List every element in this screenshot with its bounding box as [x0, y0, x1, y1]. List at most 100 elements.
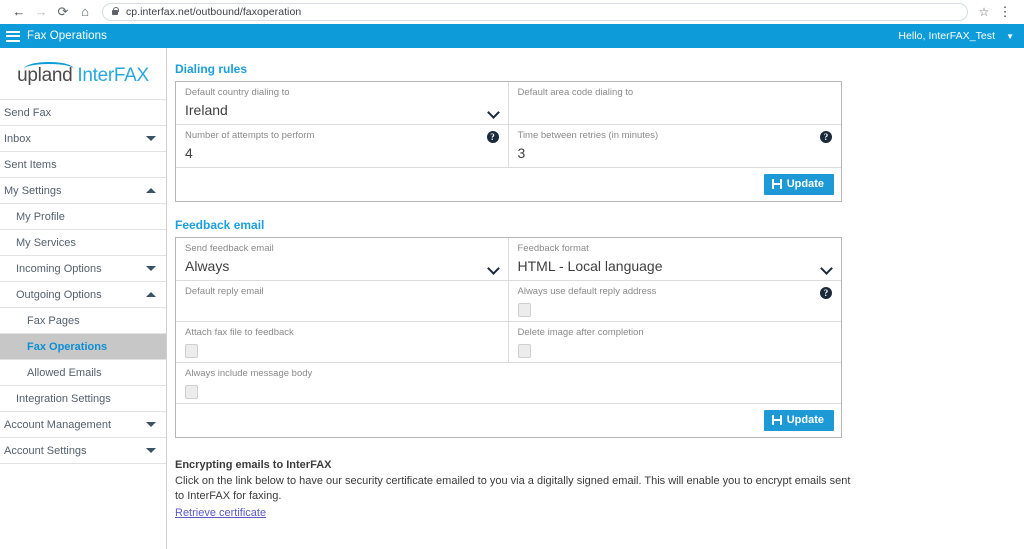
sidebar-item-label: Fax Pages	[27, 314, 80, 327]
sidebar-item-incoming-options[interactable]: Incoming Options	[0, 256, 166, 282]
attach-fax-file-field: Attach fax file to feedback	[176, 322, 509, 362]
kebab-glyph: ⋮	[998, 3, 1012, 19]
page-body: upland InterFAX Send Fax Inbox Sent Items M…	[0, 48, 1024, 549]
default-area-code-field[interactable]: Default area code dialing to	[509, 82, 842, 124]
send-feedback-email-value: Always	[185, 258, 230, 274]
back-arrow-icon[interactable]: ←	[8, 2, 30, 22]
always-use-default-reply-label: Always use default reply address	[517, 286, 657, 297]
send-feedback-email-field[interactable]: Send feedback email Always	[176, 238, 509, 280]
save-icon	[771, 179, 782, 189]
chevron-down-icon[interactable]	[146, 266, 156, 271]
sidebar-item-my-services[interactable]: My Services	[0, 230, 166, 256]
browser-toolbar: ← → ⟳ ⌂ cp.interfax.net/outbound/faxoper…	[0, 0, 1024, 24]
always-include-message-body-field: Always include message body	[176, 363, 841, 403]
always-include-message-body-checkbox[interactable]	[185, 385, 198, 399]
delete-image-checkbox[interactable]	[517, 344, 531, 358]
always-use-default-reply-field: Always use default reply address ?	[509, 281, 842, 321]
address-bar[interactable]: cp.interfax.net/outbound/faxoperation	[102, 2, 968, 21]
delete-image-label: Delete image after completion	[517, 327, 644, 338]
sidebar-item-integration-settings[interactable]: Integration Settings	[0, 386, 166, 412]
reload-icon[interactable]: ⟳	[52, 2, 74, 22]
sidebar-item-sent-items[interactable]: Sent Items	[0, 152, 166, 178]
sidebar: upland InterFAX Send Fax Inbox Sent Items M…	[0, 48, 167, 549]
feedback-row-4: Always include message body	[176, 363, 841, 404]
feedback-email-actions: Update	[176, 404, 841, 437]
dialing-rules-update-button[interactable]: Update	[763, 174, 834, 195]
logo-swoosh-icon	[24, 62, 75, 69]
default-reply-email-label: Default reply email	[185, 286, 264, 297]
save-icon	[771, 415, 782, 425]
help-icon[interactable]: ?	[820, 131, 832, 143]
default-country-field[interactable]: Default country dialing to Ireland	[176, 82, 509, 124]
retry-time-label: Time between retries (in minutes)	[517, 130, 659, 141]
feedback-email-title: Feedback email	[175, 218, 265, 232]
main-content: Dialing rules Default country dialing to…	[167, 48, 1024, 549]
send-feedback-email-label: Send feedback email	[185, 243, 274, 254]
sidebar-item-label: My Settings	[4, 184, 62, 197]
sidebar-item-label: My Services	[16, 236, 76, 249]
feedback-email-update-button[interactable]: Update	[763, 410, 834, 431]
default-area-code-label: Default area code dialing to	[517, 87, 634, 98]
logo-interfax-text: InterFAX	[77, 65, 149, 86]
sidebar-item-outgoing-options[interactable]: Outgoing Options	[0, 282, 166, 308]
feedback-row-2: Default reply email Always use default r…	[176, 281, 841, 322]
attempts-field[interactable]: Number of attempts to perform 4 ?	[176, 125, 509, 167]
chevron-down-icon[interactable]	[146, 136, 156, 141]
feedback-format-label: Feedback format	[517, 243, 589, 254]
chevron-down-icon[interactable]: ▼	[1006, 32, 1014, 41]
feedback-format-value: HTML - Local language	[517, 258, 663, 274]
sidebar-item-fax-pages[interactable]: Fax Pages	[0, 308, 166, 334]
page-title: Fax Operations	[27, 30, 108, 42]
help-icon[interactable]: ?	[486, 131, 499, 143]
dialing-rules-panel: Default country dialing to Ireland Defau…	[175, 81, 842, 202]
user-greeting[interactable]: Hello, InterFAX_Test	[898, 30, 995, 42]
hamburger-menu-icon[interactable]	[6, 30, 20, 42]
sidebar-item-label: Incoming Options	[16, 262, 102, 275]
chevron-up-icon[interactable]	[146, 188, 156, 193]
attempts-label: Number of attempts to perform	[185, 130, 315, 141]
sidebar-item-label: Allowed Emails	[27, 366, 102, 379]
sidebar-item-account-settings[interactable]: Account Settings	[0, 438, 166, 464]
home-icon[interactable]: ⌂	[74, 2, 96, 22]
sidebar-item-inbox[interactable]: Inbox	[0, 126, 166, 152]
sidebar-item-fax-operations[interactable]: Fax Operations	[0, 334, 166, 360]
always-use-default-reply-checkbox[interactable]	[517, 303, 531, 317]
feedback-row-3: Attach fax file to feedback Delete image…	[176, 322, 841, 363]
chevron-down-icon[interactable]	[146, 422, 156, 427]
feedback-row-1: Send feedback email Always Feedback form…	[176, 238, 841, 281]
feedback-email-panel: Send feedback email Always Feedback form…	[175, 237, 842, 438]
chevron-down-icon[interactable]	[146, 448, 156, 453]
dialing-rules-actions: Update	[176, 168, 841, 201]
encrypting-emails-title: Encrypting emails to InterFAX	[175, 459, 332, 471]
url-text: cp.interfax.net/outbound/faxoperation	[126, 5, 302, 18]
forward-arrow-icon[interactable]: →	[30, 2, 52, 22]
dialing-rules-update-label: Update	[786, 178, 824, 190]
browser-menu-icon[interactable]: ⋮	[994, 3, 1016, 19]
default-country-value: Ireland	[185, 102, 228, 118]
retrieve-certificate-link[interactable]: Retrieve certificate	[175, 507, 266, 519]
sidebar-item-allowed-emails[interactable]: Allowed Emails	[0, 360, 166, 386]
always-include-message-body-label: Always include message body	[185, 368, 313, 379]
bookmark-star-icon[interactable]: ☆	[974, 5, 994, 19]
sidebar-item-label: Account Settings	[4, 444, 87, 457]
attempts-value: 4	[185, 145, 193, 161]
lock-icon	[111, 7, 119, 16]
retry-time-field[interactable]: Time between retries (in minutes) 3 ?	[509, 125, 842, 167]
feedback-email-update-label: Update	[786, 414, 824, 426]
sidebar-item-my-profile[interactable]: My Profile	[0, 204, 166, 230]
chevron-up-icon[interactable]	[146, 292, 156, 297]
default-reply-email-field[interactable]: Default reply email	[176, 281, 509, 321]
attach-fax-file-label: Attach fax file to feedback	[185, 327, 294, 338]
sidebar-item-label: Account Management	[4, 418, 112, 431]
sidebar-item-send-fax[interactable]: Send Fax	[0, 100, 166, 126]
sidebar-item-label: Send Fax	[4, 106, 52, 119]
sidebar-item-account-management[interactable]: Account Management	[0, 412, 166, 438]
attach-fax-file-checkbox[interactable]	[185, 344, 198, 358]
retry-time-value: 3	[517, 145, 526, 161]
feedback-format-field[interactable]: Feedback format HTML - Local language	[509, 238, 842, 280]
help-icon[interactable]: ?	[820, 287, 832, 299]
brand-logo[interactable]: upland InterFAX	[0, 48, 166, 100]
sidebar-item-label: Sent Items	[4, 158, 57, 171]
delete-image-field: Delete image after completion	[509, 322, 842, 362]
sidebar-item-my-settings[interactable]: My Settings	[0, 178, 166, 204]
